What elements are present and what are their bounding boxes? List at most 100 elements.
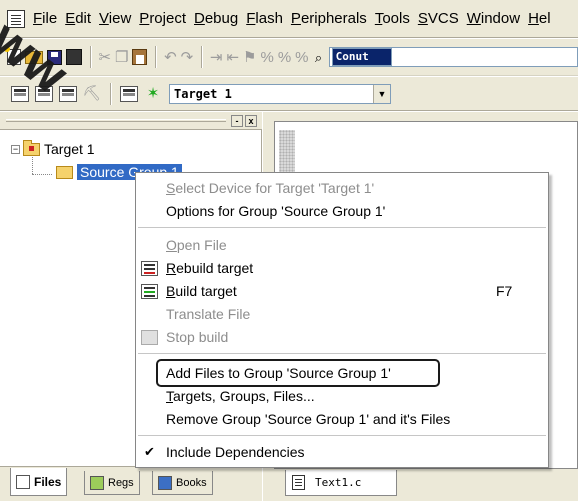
save-button[interactable] xyxy=(46,47,62,67)
translate-button[interactable] xyxy=(10,84,30,104)
bookmark-icon: ⚑ xyxy=(243,48,257,66)
redo-icon: ↷ xyxy=(180,48,194,66)
pane-grip[interactable] xyxy=(6,119,226,122)
editor-tab-text1[interactable]: Text1.c xyxy=(285,470,397,496)
document-icon xyxy=(292,475,305,490)
menu-tools[interactable]: Tools xyxy=(371,10,414,27)
tree-item-target[interactable]: − Target 1 xyxy=(11,139,95,159)
save-all-icon xyxy=(65,49,82,65)
tab-files-label: Files xyxy=(34,474,62,489)
files-icon xyxy=(16,474,30,489)
editor-tab-label: Text1.c xyxy=(315,476,362,489)
books-icon xyxy=(158,475,172,490)
menu-item-select-device[interactable]: Select Device for Target 'Target 1' xyxy=(136,177,548,199)
folder-icon xyxy=(56,165,73,179)
copy-icon: ❐ xyxy=(115,48,129,66)
menu-item-translate-file[interactable]: Translate File xyxy=(136,303,548,325)
menu-view[interactable]: View xyxy=(95,10,135,27)
menu-project[interactable]: Project xyxy=(135,10,190,27)
find-in-files-button[interactable]: ⌕ xyxy=(313,47,325,67)
rebuild-button[interactable] xyxy=(58,84,78,104)
tab-files[interactable]: Files xyxy=(10,468,68,496)
tab-books[interactable]: Books xyxy=(152,471,213,495)
menu-item-label: Options for Group 'Source Group 1' xyxy=(166,203,386,219)
stop-build-icon: ⛏ xyxy=(82,85,102,102)
menu-item-rebuild-target[interactable]: Rebuild target xyxy=(136,257,548,279)
menu-item-open-file[interactable]: Open File xyxy=(136,234,548,256)
build-icon xyxy=(141,283,158,299)
rebuild-icon xyxy=(59,85,77,102)
stop-build-icon xyxy=(141,329,158,345)
target-select[interactable]: Target 1 ▼ xyxy=(169,83,391,104)
prev-bookmark-button[interactable]: % xyxy=(260,47,273,67)
paste-button[interactable] xyxy=(132,47,148,67)
collapse-icon[interactable]: − xyxy=(11,144,20,154)
menu-item-label: Stop build xyxy=(166,329,229,345)
menu-item-remove-group[interactable]: Remove Group 'Source Group 1' and it's F… xyxy=(136,408,548,430)
bookmark-button[interactable]: ⚑ xyxy=(243,47,256,67)
binoculars-icon: ⌕ xyxy=(314,49,323,65)
rebuild-icon xyxy=(141,260,158,276)
registers-icon xyxy=(90,475,104,490)
menu-flash[interactable]: Flash xyxy=(242,10,287,27)
unindent-button[interactable]: ⇤ xyxy=(226,47,239,67)
find-input-value[interactable]: Conut xyxy=(331,48,392,66)
magic-wand-icon: ✶ xyxy=(146,85,160,102)
menu-separator xyxy=(138,435,546,436)
menu-item-label: Rebuild target xyxy=(166,260,254,276)
save-icon xyxy=(46,49,62,65)
menu-item-build-target[interactable]: Build target F7 xyxy=(136,280,548,302)
tab-regs[interactable]: Regs xyxy=(84,471,140,495)
build-icon xyxy=(35,85,53,102)
stop-build-button[interactable]: ⛏ xyxy=(82,84,102,104)
menu-item-stop-build[interactable]: Stop build xyxy=(136,326,548,348)
app-document-icon[interactable] xyxy=(7,9,25,28)
menu-edit[interactable]: Edit xyxy=(61,10,95,27)
menu-item-label: Open File xyxy=(166,237,227,253)
pin-button[interactable]: - xyxy=(231,115,243,127)
shortcut-label: F7 xyxy=(496,283,513,299)
project-pane-caption: - x xyxy=(0,112,262,130)
menu-peripherals[interactable]: Peripherals xyxy=(287,10,371,27)
new-file-icon xyxy=(3,46,21,65)
tab-regs-label: Regs xyxy=(108,476,134,489)
menu-item-label: Translate File xyxy=(166,306,251,322)
context-menu: Select Device for Target 'Target 1' Opti… xyxy=(135,172,549,468)
menu-debug[interactable]: Debug xyxy=(190,10,242,27)
build-button[interactable] xyxy=(34,84,54,104)
menu-item-add-files[interactable]: Add Files to Group 'Source Group 1' xyxy=(136,362,548,384)
indent-button[interactable]: ⇥ xyxy=(210,47,223,67)
save-all-button[interactable] xyxy=(65,47,82,67)
menu-window[interactable]: Window xyxy=(463,10,524,27)
copy-button[interactable]: ❐ xyxy=(115,47,128,67)
menu-item-targets-groups-files[interactable]: Targets, Groups, Files... xyxy=(136,385,548,407)
cut-button[interactable]: ✂ xyxy=(98,47,111,67)
tree-connector xyxy=(32,174,52,175)
next-bookmark-button[interactable]: % xyxy=(278,47,291,67)
menu-item-include-dependencies[interactable]: ✔ Include Dependencies xyxy=(136,441,548,463)
menu-item-label: Include Dependencies xyxy=(166,444,305,460)
open-file-button[interactable] xyxy=(24,47,43,67)
checkmark-icon: ✔ xyxy=(144,444,155,459)
unindent-icon: ⇤ xyxy=(226,48,240,66)
menu-file[interactable]: File xyxy=(29,10,61,27)
clear-bookmarks-button[interactable]: % xyxy=(295,47,308,67)
menu-bar: File Edit View Project Debug Flash Perip… xyxy=(0,0,578,38)
open-folder-icon xyxy=(24,50,43,64)
tab-books-label: Books xyxy=(176,476,207,489)
target-select-value: Target 1 xyxy=(174,86,232,101)
file-toolbar: ✂ ❐ ↶ ↷ ⇥ ⇤ ⚑ % % % ⌕ Conut xyxy=(0,39,578,76)
chevron-down-icon[interactable]: ▼ xyxy=(373,84,390,103)
menu-help[interactable]: Hel xyxy=(524,10,555,27)
redo-button[interactable]: ↷ xyxy=(181,47,194,67)
undo-button[interactable]: ↶ xyxy=(164,47,177,67)
close-pane-button[interactable]: x xyxy=(245,115,257,127)
menu-item-label: Targets, Groups, Files... xyxy=(166,388,315,404)
find-combo[interactable]: Conut xyxy=(328,47,578,67)
target-options-button[interactable]: ✶ xyxy=(143,84,163,104)
new-file-button[interactable] xyxy=(3,46,21,67)
paste-icon xyxy=(132,49,148,65)
menu-svcs[interactable]: SVCS xyxy=(414,10,463,27)
menu-item-group-options[interactable]: Options for Group 'Source Group 1' xyxy=(136,200,548,222)
load-button[interactable] xyxy=(119,84,139,104)
